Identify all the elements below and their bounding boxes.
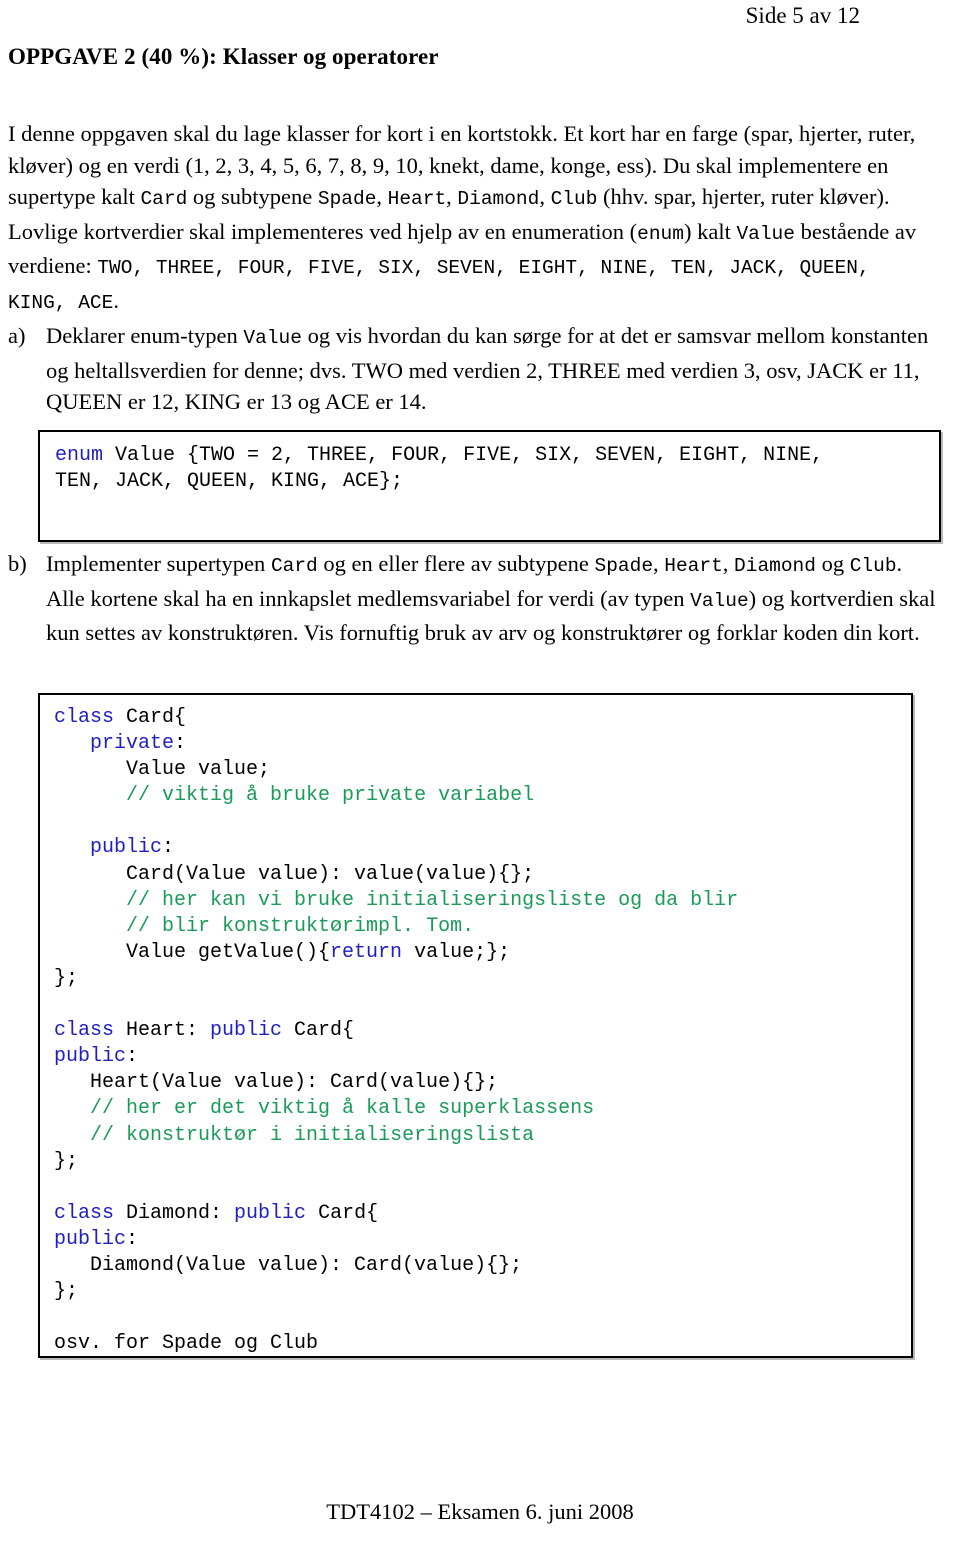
inline-code: Diamond — [734, 555, 816, 577]
inline-code: Value — [690, 589, 749, 612]
code-text: value;}; — [402, 940, 511, 964]
code-text: Card{ — [306, 1201, 379, 1225]
inline-code: Diamond — [457, 188, 540, 210]
code-keyword: public — [54, 1227, 127, 1251]
code-text: Diamond: — [114, 1201, 235, 1225]
code-text: Heart: — [114, 1019, 211, 1043]
list-item-a: a) Deklarer enum-typen Value og vis hvor… — [8, 320, 936, 418]
inline-code: Spade — [594, 555, 654, 577]
inline-code: Heart — [387, 188, 447, 210]
code-text: : — [126, 1227, 139, 1251]
code-keyword: public — [90, 836, 163, 860]
inline-code: Value — [243, 327, 302, 349]
inline-text: Deklarer enum-typen — [46, 323, 244, 348]
code-keyword: public — [210, 1019, 283, 1043]
inline-text: , — [446, 184, 458, 209]
code-comment: // konstruktør i initialiseringslista — [90, 1123, 535, 1147]
inline-text: Implementer supertypen — [46, 551, 271, 576]
code-comment: // her er det viktig å kalle superklasse… — [90, 1097, 595, 1121]
code-keyword: class — [54, 1019, 115, 1043]
inline-text: og en eller flere av subtypene — [317, 551, 595, 576]
code-text: osv. for Spade og Club — [54, 1332, 319, 1356]
page-indicator: Side 5 av 12 — [745, 3, 860, 28]
code-text: Card{ — [282, 1019, 355, 1043]
code-text: Value value; — [54, 758, 271, 782]
page-footer: TDT4102 – Eksamen 6. juni 2008 — [326, 1499, 634, 1524]
code-text: }; — [54, 966, 79, 990]
inline-text: og — [815, 551, 850, 576]
inline-code: Value — [736, 222, 795, 245]
list-item-a-label: a) — [8, 323, 26, 348]
code-text: : — [162, 836, 175, 860]
code-text: }; — [54, 1280, 79, 1304]
code-keyword: class — [54, 706, 115, 729]
code-text: : — [174, 732, 187, 756]
page-title: OPPGAVE 2 (40 %): Klasser og operatorer — [8, 44, 439, 69]
inline-text: . — [113, 287, 119, 313]
inline-code: TWO, THREE, FOUR, FIVE, SIX, SEVEN, EIGH… — [8, 257, 870, 314]
code-text: Card{ — [114, 706, 187, 729]
inline-code: Club — [849, 555, 897, 577]
inline-code: Club — [550, 188, 598, 210]
code-keyword: return — [330, 940, 403, 964]
code-text: Diamond(Value value): Card(value){}; — [54, 1253, 523, 1277]
code-keyword: public — [234, 1201, 307, 1225]
inline-text: , — [376, 184, 388, 209]
code-text: : — [126, 1045, 139, 1069]
code-keyword: public — [54, 1045, 127, 1069]
enum-code-block: enum Value {TWO = 2, THREE, FOUR, FIVE, … — [38, 430, 941, 542]
enum-code-text: enum Value {TWO = 2, THREE, FOUR, FIVE, … — [55, 443, 939, 521]
code-text: Heart(Value value): Card(value){}; — [54, 1071, 499, 1095]
code-text: TEN, JACK, QUEEN, KING, ACE}; — [55, 470, 404, 493]
inline-code: enum — [637, 222, 684, 245]
list-item-a-text: Deklarer enum-typen Value og vis hvordan… — [46, 320, 936, 418]
class-code-block: class Card{ private: Value value; // vik… — [38, 693, 913, 1358]
inline-code: Card — [270, 555, 318, 577]
list-item-b-text: Implementer supertypen Card og en eller … — [46, 548, 936, 649]
code-comment: // blir konstruktørimpl. Tom. — [126, 914, 475, 938]
code-comment: // her kan vi bruke initialiseringsliste… — [126, 888, 739, 912]
inline-code: Heart — [664, 555, 723, 577]
code-text: Value getValue(){ — [54, 940, 331, 964]
inline-text: , — [653, 551, 665, 576]
document-page: Side 5 av 12 OPPGAVE 2 (40 %): Klasser o… — [0, 0, 960, 1545]
code-keyword: private — [90, 732, 175, 756]
intro-paragraph: I denne oppgaven skal du lage klasser fo… — [8, 118, 936, 319]
inline-text: , — [539, 184, 551, 209]
code-comment: // viktig å bruke private variabel — [126, 784, 535, 808]
code-text: }; — [54, 1149, 79, 1173]
inline-code: Card — [140, 188, 188, 210]
inline-text: , — [722, 551, 735, 576]
code-text: Card(Value value): value(value){}; — [54, 862, 535, 886]
list-item-b: b) Implementer supertypen Card og en ell… — [8, 548, 936, 649]
code-keyword: class — [54, 1201, 115, 1225]
inline-text: og subtypene — [187, 184, 318, 209]
inline-text: ) kalt — [683, 218, 737, 244]
list-item-b-label: b) — [8, 551, 27, 576]
class-code-text: class Card{ private: Value value; // vik… — [54, 705, 911, 1357]
code-keyword: enum — [55, 444, 104, 467]
inline-code: Spade — [317, 188, 377, 210]
code-text: Value {TWO = 2, THREE, FOUR, FIVE, SIX, … — [103, 444, 824, 467]
